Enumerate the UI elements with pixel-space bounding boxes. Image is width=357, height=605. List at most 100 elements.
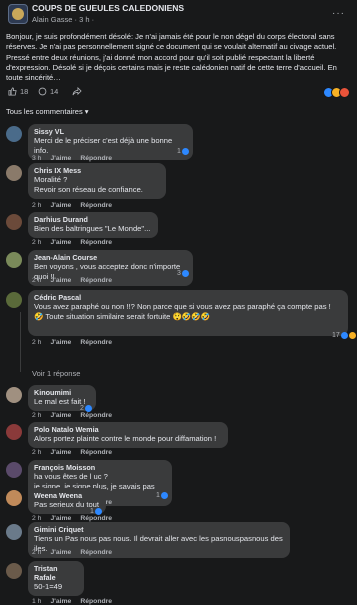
haha-reaction-icon	[348, 332, 356, 339]
commenter-name[interactable]: Sissy VL	[34, 127, 187, 136]
group-avatar[interactable]	[8, 4, 28, 24]
like-comment-button[interactable]: J'aime	[50, 339, 71, 346]
comment-reaction-count[interactable]: 2	[80, 405, 92, 412]
reaction-count: 1	[177, 148, 181, 155]
comment-timestamp[interactable]: 2 h	[32, 449, 41, 456]
commenter-avatar[interactable]	[6, 490, 22, 506]
comment-reaction-count[interactable]: 17	[332, 332, 356, 339]
like-comment-button[interactable]: J'aime	[50, 277, 71, 284]
comment-footer: 2 h J'aime Répondre	[32, 549, 112, 556]
commenter-name[interactable]: Gimini Criquet	[34, 525, 284, 534]
like-reaction-icon	[181, 148, 189, 155]
reply-button[interactable]: Répondre	[80, 155, 112, 162]
commenter-avatar[interactable]	[6, 214, 22, 230]
comment-bubble: Polo Natalo Wemia Alors portez plainte co…	[28, 422, 228, 448]
comment-timestamp[interactable]: 2 h	[32, 549, 41, 556]
commenter-avatar[interactable]	[6, 424, 22, 440]
commenter-avatar[interactable]	[6, 524, 22, 540]
comment-sort-dropdown[interactable]: Tous les commentaires ▾	[6, 107, 89, 116]
reaction-count: 2	[80, 405, 84, 412]
commenter-name[interactable]: Jean-Alain Course	[34, 253, 187, 262]
comment-timestamp[interactable]: 2 h	[32, 412, 41, 419]
like-comment-button[interactable]: J'aime	[50, 155, 71, 162]
post-actions: 18 14	[8, 87, 350, 99]
reaction-count: 17	[332, 332, 340, 339]
comment-text: Moralité ? Revoir son réseau de confianc…	[34, 175, 143, 194]
comment-action[interactable]: 14	[38, 87, 58, 96]
comment-text: Alors portez plainte contre le monde pou…	[34, 434, 217, 443]
commenter-name[interactable]: Tristan Rafale	[34, 564, 78, 582]
comment-footer: 2 h J'aime Répondre	[32, 239, 112, 246]
group-name[interactable]: COUPS DE GUEULES CALEDONIENS	[32, 3, 184, 13]
comment-footer: 1 h J'aime Répondre	[32, 598, 112, 605]
like-comment-button[interactable]: J'aime	[50, 598, 71, 605]
like-comment-button[interactable]: J'aime	[50, 549, 71, 556]
reply-button[interactable]: Répondre	[80, 239, 112, 246]
commenter-avatar[interactable]	[6, 462, 22, 478]
comment-bubble: Darhius Durand Bien des baltringues "Le M…	[28, 212, 158, 238]
comment-bubble: Cédric Pascal Vous avez paraphé ou non !!…	[28, 290, 348, 336]
share-action[interactable]	[72, 87, 82, 96]
reaction-count: 3	[177, 270, 181, 277]
comment-reaction-count[interactable]: 1	[90, 508, 102, 515]
reply-button[interactable]: Répondre	[80, 202, 112, 209]
comment-footer: 2 h J'aime Répondre	[32, 449, 112, 456]
comment-text: Vous avez paraphé ou non !!? Non parce q…	[34, 302, 331, 321]
commenter-avatar[interactable]	[6, 126, 22, 142]
commenter-name[interactable]: Darhius Durand	[34, 215, 152, 224]
comment-timestamp[interactable]: 2 h	[32, 239, 41, 246]
commenter-avatar[interactable]	[6, 563, 22, 579]
reply-button[interactable]: Répondre	[80, 598, 112, 605]
thread-line	[20, 312, 21, 372]
view-replies-link[interactable]: Voir 1 réponse	[32, 369, 80, 378]
comment-text: Bien des baltringues "Le Monde"...	[34, 224, 151, 233]
commenter-name[interactable]: François Moisson	[34, 463, 166, 472]
reply-button[interactable]: Répondre	[80, 339, 112, 346]
comment-footer: 2 h J'aime Répondre	[32, 339, 112, 346]
comment-reaction-count[interactable]: 1	[177, 148, 189, 155]
more-options-icon[interactable]: ···	[332, 8, 345, 19]
comment-reaction-count[interactable]: 1	[156, 492, 168, 499]
like-reaction-icon	[181, 270, 189, 277]
comment-timestamp[interactable]: 2 h	[32, 339, 41, 346]
like-reaction-icon	[160, 492, 168, 499]
commenter-name[interactable]: Polo Natalo Wemia	[34, 425, 222, 434]
post-meta: Alain Gasse · 3 h ·	[32, 15, 95, 24]
comment-footer: 3 h J'aime Répondre	[32, 155, 112, 162]
reactions-summary[interactable]	[323, 87, 350, 98]
commenter-avatar[interactable]	[6, 252, 22, 268]
commenter-name[interactable]: Weena Weena	[34, 491, 100, 500]
commenter-name[interactable]: Chris IX Mess	[34, 166, 160, 175]
like-comment-button[interactable]: J'aime	[50, 202, 71, 209]
commenter-avatar[interactable]	[6, 292, 22, 308]
commenter-name[interactable]: Kinoumimi	[34, 388, 90, 397]
post-header: COUPS DE GUEULES CALEDONIENS Alain Gasse…	[0, 0, 357, 30]
like-count: 18	[20, 87, 29, 96]
commenter-avatar[interactable]	[6, 165, 22, 181]
comment-bubble: Chris IX Mess Moralité ? Revoir son résea…	[28, 163, 166, 199]
comment-timestamp[interactable]: 1 h	[32, 598, 41, 605]
like-comment-button[interactable]: J'aime	[50, 449, 71, 456]
reaction-count: 1	[90, 508, 94, 515]
comment-timestamp[interactable]: 2 h	[32, 515, 41, 522]
reply-button[interactable]: Répondre	[80, 449, 112, 456]
comment-reaction-count[interactable]: 3	[177, 270, 189, 277]
like-reaction-icon	[84, 405, 92, 412]
like-comment-button[interactable]: J'aime	[50, 239, 71, 246]
reaction-count: 1	[156, 492, 160, 499]
reply-button[interactable]: Répondre	[80, 277, 112, 284]
reply-button[interactable]: Répondre	[80, 549, 112, 556]
comment-timestamp[interactable]: 2 h	[32, 277, 41, 284]
like-action[interactable]: 18	[8, 87, 28, 96]
like-reaction-icon	[340, 332, 348, 339]
angry-reaction-icon	[339, 87, 350, 98]
like-comment-button[interactable]: J'aime	[50, 412, 71, 419]
like-comment-button[interactable]: J'aime	[50, 515, 71, 522]
comment-timestamp[interactable]: 3 h	[32, 155, 41, 162]
reply-button[interactable]: Répondre	[80, 515, 112, 522]
reply-button[interactable]: Répondre	[80, 412, 112, 419]
like-reaction-icon	[94, 508, 102, 515]
comment-timestamp[interactable]: 2 h	[32, 202, 41, 209]
commenter-name[interactable]: Cédric Pascal	[34, 293, 342, 302]
commenter-avatar[interactable]	[6, 387, 22, 403]
